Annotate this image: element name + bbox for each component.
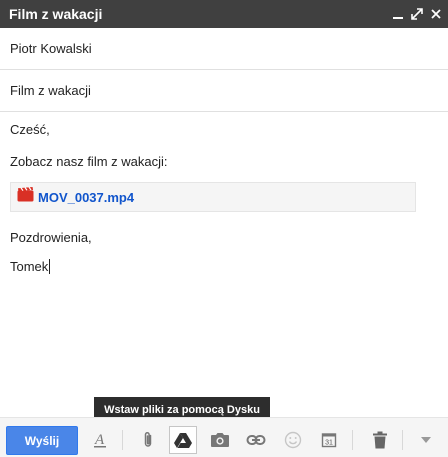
calendar-day-label: 31 [325,440,333,447]
attachment-chip[interactable]: MOV_0037.mp4 [10,182,416,212]
recipient-field[interactable]: Piotr Kowalski [0,28,448,70]
body-signature: Tomek [10,259,49,274]
send-button[interactable]: Wyślij [6,426,78,455]
formatting-icon[interactable]: A [86,426,114,454]
paperclip-icon[interactable] [134,426,162,454]
body-greeting: Cześć, [10,122,50,137]
emoji-icon[interactable] [279,426,307,454]
compose-toolbar: Wyślij A 31 [0,417,448,457]
subject-field[interactable]: Film z wakacji [0,70,448,112]
video-file-icon [17,186,34,207]
toolbar-separator [352,430,353,450]
expand-icon[interactable] [409,6,425,22]
toolbar-separator [122,430,123,450]
camera-icon[interactable] [206,426,234,454]
compose-title-bar[interactable]: Film z wakacji [0,0,448,28]
recipient-value: Piotr Kowalski [10,41,92,56]
more-options-icon[interactable] [412,426,440,454]
link-icon[interactable] [242,426,270,454]
calendar-icon[interactable]: 31 [315,426,343,454]
text-cursor [49,259,51,274]
minimize-icon[interactable] [390,6,406,22]
compose-title: Film z wakacji [9,6,103,22]
body-closing: Pozdrowienia, [10,230,92,245]
body-line: Zobacz nasz film z wakacji: [10,154,168,169]
close-icon[interactable] [428,6,444,22]
window-controls [390,6,448,22]
body-signature-line: Tomek [10,258,51,275]
drive-icon[interactable] [169,426,197,454]
toolbar-separator [402,430,403,450]
svg-text:A: A [94,432,105,448]
trash-icon[interactable] [366,426,394,454]
attachment-name: MOV_0037.mp4 [38,189,135,205]
subject-value: Film z wakacji [10,83,91,98]
